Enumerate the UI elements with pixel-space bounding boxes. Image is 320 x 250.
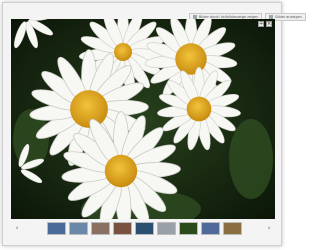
- thumb-5[interactable]: [134, 221, 154, 235]
- thumb-1[interactable]: [46, 221, 66, 235]
- next-arrow-icon[interactable]: ›: [265, 224, 273, 232]
- photo-controls: + ×: [258, 21, 272, 27]
- thumb-9[interactable]: [222, 221, 242, 235]
- thumb-2[interactable]: [68, 221, 88, 235]
- thumb-7[interactable]: [178, 221, 198, 235]
- thumb-3[interactable]: [90, 221, 110, 235]
- expand-icon[interactable]: +: [258, 21, 264, 27]
- main-photo: + ×: [11, 19, 275, 219]
- close-icon[interactable]: ×: [266, 21, 272, 27]
- daisy-photo-image: [11, 19, 275, 219]
- prev-arrow-icon[interactable]: ‹: [13, 224, 21, 232]
- thumbnail-list: [46, 221, 242, 235]
- show-images-label: Bilder anzeigen: [275, 15, 302, 19]
- thumb-4[interactable]: [112, 221, 132, 235]
- thumbnail-strip: ‹ ›: [11, 219, 275, 237]
- thumb-6[interactable]: [156, 221, 176, 235]
- thumb-8[interactable]: [200, 221, 220, 235]
